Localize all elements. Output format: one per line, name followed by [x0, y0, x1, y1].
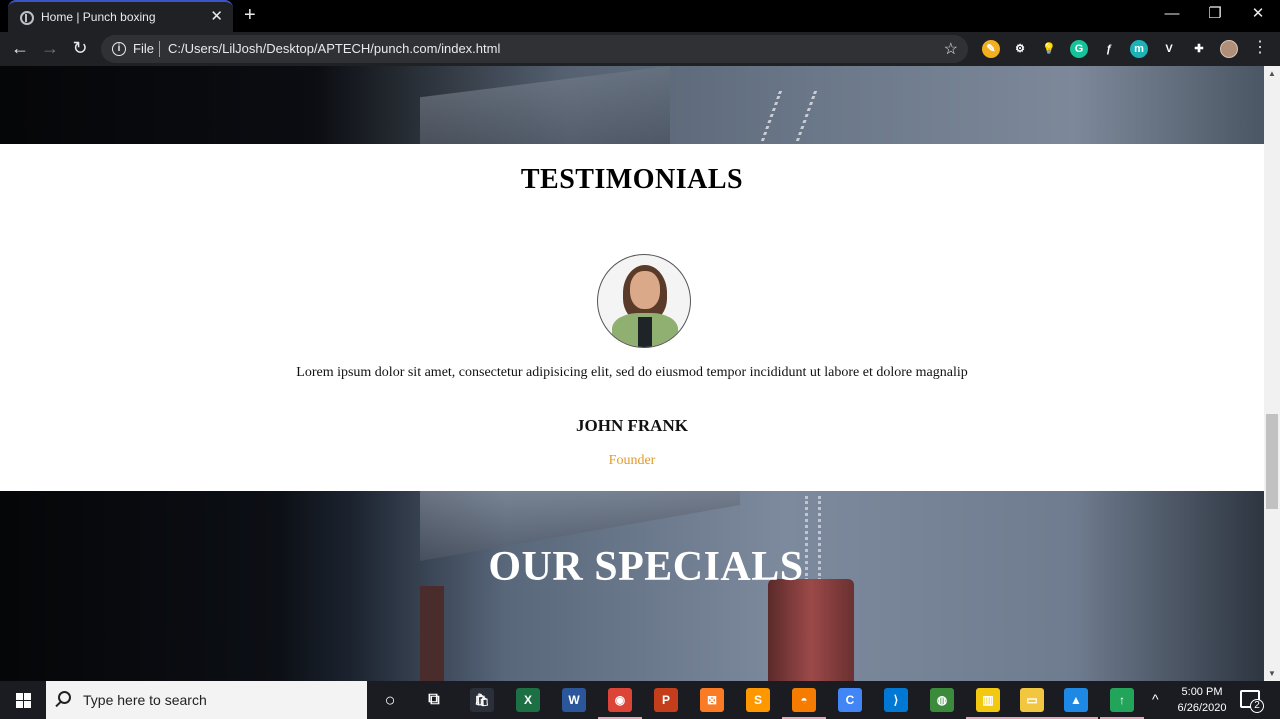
ceiling-beam — [420, 66, 670, 144]
power-bi-icon[interactable]: ▥ — [976, 688, 1000, 712]
windows-logo-icon — [16, 701, 23, 708]
reload-button[interactable]: ↻ — [69, 38, 91, 58]
windows-logo-icon — [24, 693, 31, 700]
bulb-ext-icon[interactable]: 💡 — [1040, 40, 1058, 58]
vscode-icon[interactable]: ⟩ — [884, 688, 908, 712]
start-button[interactable] — [0, 681, 46, 719]
chrome-canary-icon[interactable]: C — [838, 688, 862, 712]
testimonial-quote: Lorem ipsum dolor sit amet, consectetur … — [296, 365, 968, 380]
grammarly-ext-icon[interactable]: G — [1070, 40, 1088, 58]
vue-ext-icon[interactable]: V — [1160, 40, 1178, 58]
tab-home-punch-boxing[interactable]: Home | Punch boxing ✕ — [8, 0, 233, 32]
cortana-icon[interactable]: ○ — [378, 688, 402, 712]
speedtest-icon[interactable]: ↑ — [1110, 688, 1134, 712]
specials-title: OUR SPECIALS — [488, 544, 804, 590]
minimize-button[interactable]: — — [1150, 4, 1194, 24]
gear-ext-icon[interactable]: ⚙ — [1011, 40, 1029, 58]
chrome-icon[interactable]: ◉ — [608, 688, 632, 712]
file-explorer-icon[interactable]: ▭ — [1020, 688, 1044, 712]
globe-favicon-icon — [20, 11, 34, 25]
word-icon[interactable]: W — [562, 688, 586, 712]
tab-close-icon[interactable]: ✕ — [210, 8, 223, 26]
globe-icon[interactable]: ◍ — [930, 688, 954, 712]
specials-section: OUR SPECIALS — [0, 491, 1264, 681]
clock-date: 6/26/2020 — [1177, 702, 1227, 714]
avatar-shirt — [638, 317, 652, 347]
divider — [159, 41, 160, 57]
info-icon[interactable]: i — [112, 42, 126, 56]
scheme-label: File — [133, 41, 154, 56]
testimonials-section: TESTIMONIALS Lorem ipsum dolor sit amet,… — [0, 144, 1264, 491]
windows-taskbar: Type here to search ○ ⧉ 🛍 X W ◉ P ⊠ S ◓ C ⟩ ◍ ▥ ▭ ▲ ↑ … — [0, 681, 1280, 719]
bag-chain — [760, 91, 818, 141]
windows-logo-icon — [24, 701, 31, 708]
excel-icon[interactable]: X — [516, 688, 540, 712]
chrome-menu-icon[interactable]: ⋮ — [1249, 38, 1271, 58]
gym-background-image — [0, 66, 1264, 144]
scroll-thumb[interactable] — [1266, 414, 1278, 509]
uc-browser-icon[interactable]: ◓ — [792, 688, 816, 712]
sublime-icon[interactable]: S — [746, 688, 770, 712]
punching-bag — [768, 579, 854, 681]
notification-count-badge: 2 — [1250, 699, 1264, 713]
m-ext-icon[interactable]: m — [1130, 40, 1148, 58]
sketch-ext-icon[interactable]: ƒ — [1100, 40, 1118, 58]
search-icon — [58, 691, 71, 704]
url-text[interactable]: C:/Users/LilJosh/Desktop/APTECH/punch.co… — [168, 41, 500, 56]
bookmark-star-icon[interactable]: ☆ — [944, 39, 958, 59]
clock-time: 5:00 PM — [1181, 686, 1223, 698]
pencil-ext-icon[interactable]: ✎ — [982, 40, 1000, 58]
browser-toolbar: ← → ↻ i File C:/Users/LilJosh/Desktop/AP… — [0, 32, 1280, 66]
store-icon[interactable]: 🛍 — [470, 688, 494, 712]
scroll-down-arrow-icon[interactable]: ▼ — [1268, 669, 1276, 678]
specials-door — [420, 586, 444, 681]
restore-button[interactable]: ❐ — [1193, 4, 1237, 24]
taskbar-search[interactable]: Type here to search — [46, 681, 367, 719]
testimonial-role: Founder — [608, 453, 656, 468]
new-tab-button[interactable]: + — [244, 4, 256, 26]
xampp-icon[interactable]: ⊠ — [700, 688, 724, 712]
tab-strip: Home | Punch boxing ✕ + — ❐ ✕ — [0, 0, 1280, 32]
page-viewport: TESTIMONIALS Lorem ipsum dolor sit amet,… — [0, 66, 1264, 681]
powerpoint-icon[interactable]: P — [654, 688, 678, 712]
tray-chevron-icon[interactable]: ^ — [1152, 691, 1159, 707]
page-scrollbar[interactable]: ▲ ▼ — [1264, 66, 1280, 681]
taskbar-clock[interactable]: 5:00 PM 6/26/2020 — [1172, 684, 1232, 716]
close-window-button[interactable]: ✕ — [1236, 4, 1280, 24]
search-placeholder: Type here to search — [83, 692, 207, 708]
testimonial-name: JOHN FRANK — [576, 416, 688, 435]
scroll-up-arrow-icon[interactable]: ▲ — [1268, 69, 1276, 78]
forward-button[interactable]: → — [39, 38, 61, 58]
photos-icon[interactable]: ▲ — [1064, 688, 1088, 712]
tab-title: Home | Punch boxing — [41, 10, 156, 24]
task-view-icon[interactable]: ⧉ — [422, 688, 446, 712]
testimonial-avatar — [597, 254, 691, 348]
back-button[interactable]: ← — [9, 38, 31, 58]
profile-avatar[interactable] — [1220, 40, 1238, 58]
testimonials-title: TESTIMONIALS — [520, 164, 744, 195]
puzzle-ext-icon[interactable]: ✚ — [1190, 40, 1208, 58]
avatar-face — [630, 271, 660, 309]
windows-logo-icon — [16, 693, 23, 700]
address-bar[interactable]: i File C:/Users/LilJosh/Desktop/APTECH/p… — [101, 35, 968, 63]
